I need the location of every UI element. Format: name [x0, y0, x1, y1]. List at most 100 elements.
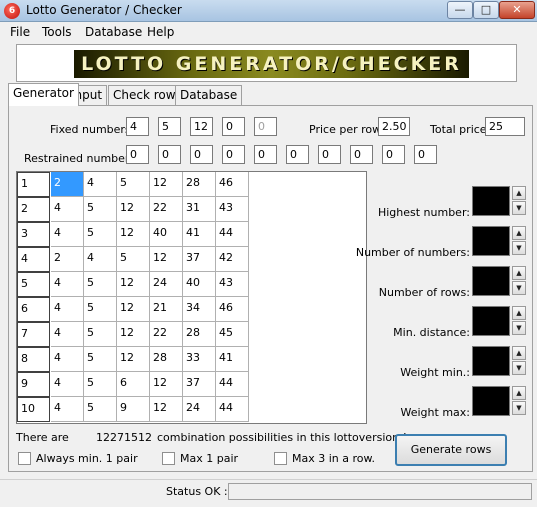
- grid-cell[interactable]: 12: [117, 297, 150, 322]
- grid-cell[interactable]: 43: [216, 197, 249, 222]
- row-number-cell[interactable]: 3: [17, 222, 50, 247]
- grid-cell[interactable]: 46: [216, 172, 249, 197]
- grid-cell[interactable]: 5: [84, 347, 117, 372]
- restrained-number-field[interactable]: 0: [318, 145, 341, 164]
- grid-cell[interactable]: 2: [51, 247, 84, 272]
- row-number-cell[interactable]: 5: [17, 272, 50, 297]
- restrained-number-field[interactable]: 0: [382, 145, 405, 164]
- grid-cell[interactable]: 5: [117, 172, 150, 197]
- grid-cell[interactable]: 5: [84, 322, 117, 347]
- setting-value-box[interactable]: [472, 346, 510, 376]
- fixed-number-field[interactable]: 0: [254, 117, 277, 136]
- grid-cell[interactable]: 12: [150, 247, 183, 272]
- row-number-cell[interactable]: 4: [17, 247, 50, 272]
- spin-up-icon[interactable]: ▲: [512, 266, 526, 280]
- row-number-cell[interactable]: 8: [17, 347, 50, 372]
- close-button[interactable]: ✕: [499, 1, 535, 19]
- grid-cell[interactable]: 12: [117, 272, 150, 297]
- spin-down-icon[interactable]: ▼: [512, 241, 526, 255]
- spin-down-icon[interactable]: ▼: [512, 401, 526, 415]
- restrained-number-field[interactable]: 0: [350, 145, 373, 164]
- grid-cell[interactable]: 12: [117, 322, 150, 347]
- title-bar[interactable]: 6 Lotto Generator / Checker — □ ✕: [0, 0, 537, 22]
- grid-cell[interactable]: 46: [216, 297, 249, 322]
- grid-cell[interactable]: 4: [51, 197, 84, 222]
- grid-cell[interactable]: 41: [216, 347, 249, 372]
- setting-value-box[interactable]: [472, 186, 510, 216]
- spin-up-icon[interactable]: ▲: [512, 306, 526, 320]
- tab-database[interactable]: Database: [175, 85, 243, 105]
- menu-file[interactable]: File: [10, 25, 30, 39]
- grid-cell[interactable]: 37: [183, 247, 216, 272]
- grid-cell[interactable]: 5: [84, 397, 117, 422]
- grid-cell[interactable]: 4: [84, 247, 117, 272]
- grid-cell[interactable]: 2: [51, 172, 84, 197]
- grid-cell[interactable]: 12: [117, 222, 150, 247]
- grid-cell[interactable]: 12: [117, 347, 150, 372]
- grid-cell[interactable]: 4: [51, 322, 84, 347]
- spin-up-icon[interactable]: ▲: [512, 346, 526, 360]
- grid-cell[interactable]: 5: [84, 272, 117, 297]
- menu-help[interactable]: Help: [147, 25, 174, 39]
- minimize-button[interactable]: —: [447, 1, 473, 19]
- grid-cell[interactable]: 40: [183, 272, 216, 297]
- restrained-number-field[interactable]: 0: [126, 145, 149, 164]
- spin-up-icon[interactable]: ▲: [512, 186, 526, 200]
- total-price-field[interactable]: 25: [485, 117, 525, 136]
- grid-cell[interactable]: 4: [84, 172, 117, 197]
- spin-up-icon[interactable]: ▲: [512, 386, 526, 400]
- fixed-number-field[interactable]: 0: [222, 117, 245, 136]
- grid-cell[interactable]: 5: [117, 247, 150, 272]
- grid-cell[interactable]: 44: [216, 397, 249, 422]
- generate-rows-button[interactable]: Generate rows: [395, 434, 507, 466]
- row-number-cell[interactable]: 1: [17, 172, 50, 197]
- grid-cell[interactable]: 4: [51, 272, 84, 297]
- spin-down-icon[interactable]: ▼: [512, 281, 526, 295]
- grid-cell[interactable]: 4: [51, 372, 84, 397]
- row-number-cell[interactable]: 10: [17, 397, 50, 422]
- grid-cell[interactable]: 34: [183, 297, 216, 322]
- grid-cell[interactable]: 6: [117, 372, 150, 397]
- grid-cell[interactable]: 37: [183, 372, 216, 397]
- grid-cell[interactable]: 40: [150, 222, 183, 247]
- restrained-number-field[interactable]: 0: [158, 145, 181, 164]
- row-number-cell[interactable]: 2: [17, 197, 50, 222]
- grid-cell[interactable]: 41: [183, 222, 216, 247]
- setting-value-box[interactable]: [472, 386, 510, 416]
- max-1-pair-checkbox[interactable]: [162, 452, 175, 465]
- fixed-number-field[interactable]: 5: [158, 117, 181, 136]
- grid-cell[interactable]: 28: [150, 347, 183, 372]
- spin-down-icon[interactable]: ▼: [512, 321, 526, 335]
- grid-cell[interactable]: 4: [51, 397, 84, 422]
- grid-cell[interactable]: 43: [216, 272, 249, 297]
- restrained-number-field[interactable]: 0: [254, 145, 277, 164]
- grid-cell[interactable]: 4: [51, 222, 84, 247]
- row-number-cell[interactable]: 6: [17, 297, 50, 322]
- grid-cell[interactable]: 5: [84, 297, 117, 322]
- grid-cell[interactable]: 33: [183, 347, 216, 372]
- spin-up-icon[interactable]: ▲: [512, 226, 526, 240]
- always-min-1-pair-checkbox[interactable]: [18, 452, 31, 465]
- grid-cell[interactable]: 28: [183, 172, 216, 197]
- grid-cell[interactable]: 24: [183, 397, 216, 422]
- spin-down-icon[interactable]: ▼: [512, 361, 526, 375]
- grid-cell[interactable]: 12: [150, 372, 183, 397]
- grid-cell[interactable]: 21: [150, 297, 183, 322]
- restrained-number-field[interactable]: 0: [414, 145, 437, 164]
- restrained-number-field[interactable]: 0: [286, 145, 309, 164]
- grid-cell[interactable]: 12: [150, 397, 183, 422]
- rows-grid[interactable]: 1 2 4 5 12 28 46 2 4 5 12 22 31 43 3 4 5 12 40 41 44 4 2 4 5 12 37…: [16, 171, 367, 424]
- menu-tools[interactable]: Tools: [42, 25, 72, 39]
- grid-cell[interactable]: 22: [150, 322, 183, 347]
- grid-cell[interactable]: 22: [150, 197, 183, 222]
- grid-cell[interactable]: 4: [51, 297, 84, 322]
- setting-value-box[interactable]: [472, 306, 510, 336]
- grid-cell[interactable]: 44: [216, 372, 249, 397]
- setting-value-box[interactable]: [472, 226, 510, 256]
- grid-cell[interactable]: 24: [150, 272, 183, 297]
- tab-generator[interactable]: Generator: [8, 83, 79, 106]
- maximize-button[interactable]: □: [473, 1, 499, 19]
- grid-cell[interactable]: 5: [84, 222, 117, 247]
- row-number-cell[interactable]: 9: [17, 372, 50, 397]
- grid-cell[interactable]: 31: [183, 197, 216, 222]
